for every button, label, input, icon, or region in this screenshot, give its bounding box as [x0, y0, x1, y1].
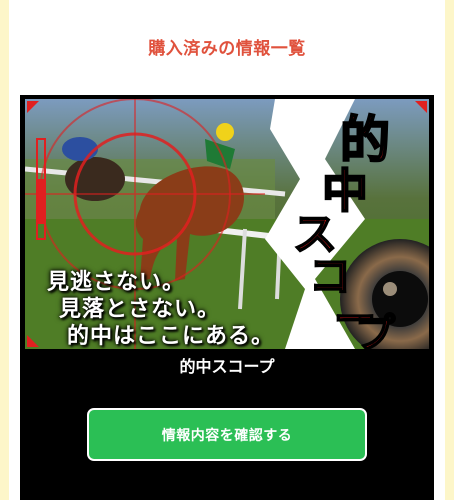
banner-title-char-4: コ: [309, 252, 351, 301]
banner-title-char-1: 的: [340, 110, 390, 169]
product-banner-image[interactable]: 的 中 ス コ ー プ 見逃さない。 見落とさない。 的中はここにある。: [25, 99, 429, 349]
banner-title-char-6: プ: [355, 310, 395, 349]
view-info-button[interactable]: 情報内容を確認する: [87, 408, 367, 461]
product-card: 的 中 ス コ ー プ 見逃さない。 見落とさない。 的中はここにある。 的中ス…: [20, 95, 434, 500]
product-name: 的中スコープ: [179, 357, 275, 376]
banner-catch-line-3: 的中はここにある。: [67, 323, 275, 349]
section-title: 購入済みの情報一覧: [148, 39, 306, 59]
page-content: 購入済みの情報一覧 的 中 ス コ ー プ 見逃さない。 見落とさない。 的中は…: [9, 0, 445, 500]
